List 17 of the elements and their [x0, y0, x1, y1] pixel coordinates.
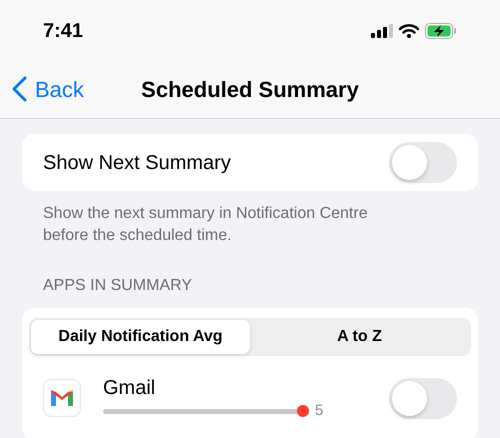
status-time: 7:41	[43, 19, 84, 44]
nav-title: Scheduled Summary	[141, 76, 359, 104]
app-name: Gmail	[103, 376, 156, 400]
signal-icon	[371, 24, 393, 38]
back-button[interactable]: Back	[12, 72, 84, 106]
average-count: 5	[315, 402, 324, 420]
row-label: Show Next Summary	[43, 150, 231, 176]
segment-tab[interactable]: Daily Notification Avg	[31, 320, 250, 354]
segment-tab[interactable]: A to Z	[250, 320, 469, 354]
toggle-switch[interactable]	[389, 142, 457, 183]
wifi-icon	[399, 24, 419, 38]
chevron-left-icon	[12, 76, 27, 102]
toggle-switch[interactable]	[389, 378, 457, 418]
footer-note: Show the next summary in Notification Centre before the scheduled time.	[42, 204, 369, 246]
section-header: APPS IN SUMMARY	[42, 276, 194, 296]
battery-charging-icon	[425, 23, 457, 39]
mail-app-icon	[43, 379, 81, 417]
